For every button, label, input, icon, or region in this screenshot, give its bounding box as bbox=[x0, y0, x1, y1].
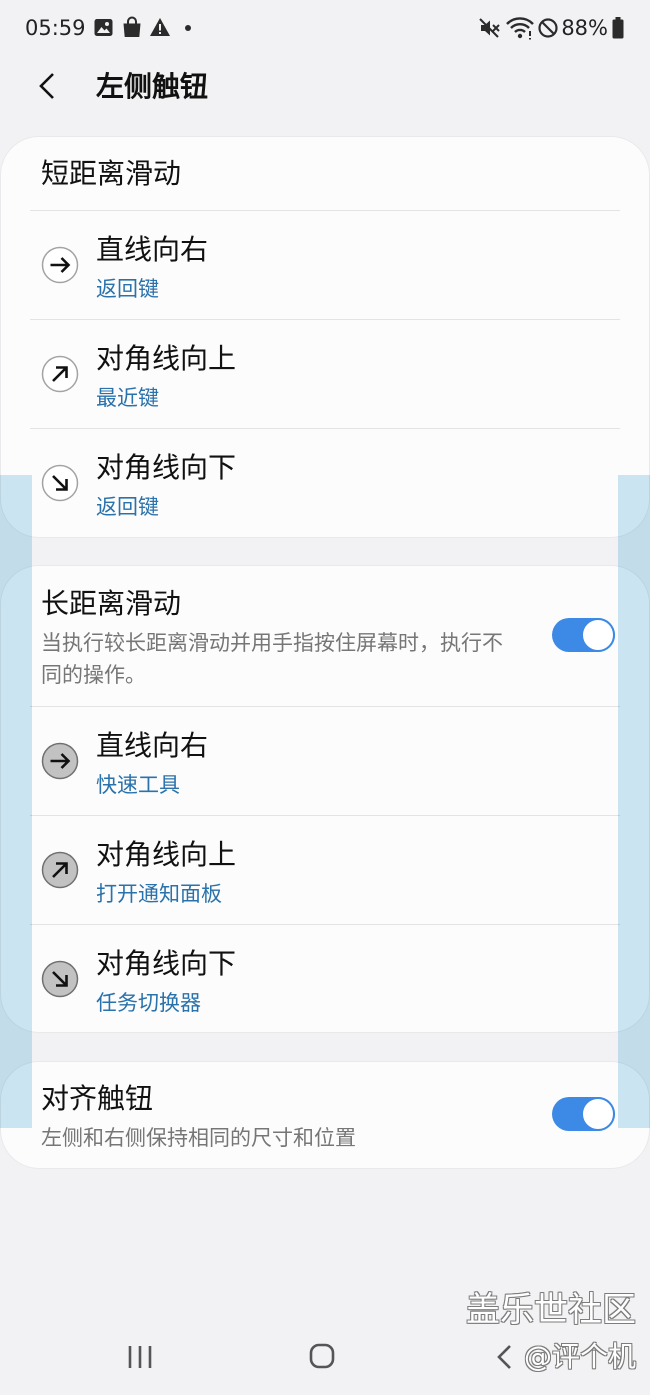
notification-dot-icon bbox=[185, 25, 191, 31]
list-item-value: 打开通知面板 bbox=[96, 882, 222, 906]
wifi-icon bbox=[506, 17, 534, 40]
long-swipe-diagonal-up-item[interactable]: 对角线向上 打开通知面板 bbox=[1, 815, 649, 924]
list-item-title: 对角线向上 bbox=[96, 342, 237, 375]
toggle-thumb bbox=[581, 618, 615, 652]
arrow-right-icon bbox=[41, 742, 79, 780]
handle-preview-left bbox=[0, 475, 32, 1128]
back-icon[interactable] bbox=[493, 1343, 515, 1371]
list-item-title: 对角线向下 bbox=[96, 451, 237, 484]
gallery-icon bbox=[94, 19, 113, 36]
align-buttons-card[interactable]: 对齐触钮 左侧和右侧保持相同的尺寸和位置 bbox=[1, 1062, 649, 1168]
long-swipe-card: 长距离滑动 当执行较长距离滑动并用手指按住屏幕时，执行不同的操作。 直线向右 快… bbox=[1, 566, 649, 1032]
do-not-disturb-icon bbox=[538, 18, 558, 38]
list-item-value: 返回键 bbox=[96, 277, 159, 301]
chevron-left-icon[interactable] bbox=[34, 70, 62, 102]
list-item-value: 返回键 bbox=[96, 495, 159, 519]
long-swipe-toggle[interactable] bbox=[552, 618, 615, 652]
status-bar: 05:59 88% bbox=[0, 0, 650, 56]
arrow-up-right-icon bbox=[41, 355, 79, 393]
list-item-title: 对角线向上 bbox=[96, 838, 237, 871]
app-header: 左侧触钮 bbox=[0, 56, 650, 120]
watermark-line-1: 盖乐世社区 bbox=[466, 1290, 636, 1330]
arrow-up-right-icon bbox=[41, 851, 79, 889]
short-swipe-diagonal-down-item[interactable]: 对角线向下 返回键 bbox=[1, 428, 649, 537]
arrow-down-right-icon bbox=[41, 464, 79, 502]
long-swipe-description: 当执行较长距离滑动并用手指按住屏幕时，执行不同的操作。 bbox=[41, 631, 503, 687]
long-swipe-diagonal-down-item[interactable]: 对角线向下 任务切换器 bbox=[1, 924, 649, 1032]
list-item-value: 最近键 bbox=[96, 386, 159, 410]
list-item-title: 直线向右 bbox=[96, 233, 209, 266]
short-swipe-card: 短距离滑动 直线向右 返回键 对角线向上 最近键 对角线向下 返回键 bbox=[1, 137, 649, 537]
list-item-value: 快速工具 bbox=[96, 773, 180, 797]
arrow-down-right-icon bbox=[41, 960, 79, 998]
list-item-value: 任务切换器 bbox=[96, 991, 201, 1015]
battery-percent: 88% bbox=[561, 16, 608, 40]
short-swipe-diagonal-up-item[interactable]: 对角线向上 最近键 bbox=[1, 319, 649, 428]
list-item-title: 对角线向下 bbox=[96, 947, 237, 980]
watermark-line-2: @评个机 bbox=[523, 1340, 636, 1373]
battery-icon bbox=[612, 17, 624, 39]
align-buttons-toggle[interactable] bbox=[552, 1097, 615, 1131]
arrow-right-icon bbox=[41, 246, 79, 284]
long-swipe-straight-right-item[interactable]: 直线向右 快速工具 bbox=[1, 706, 649, 815]
list-item-title: 直线向右 bbox=[96, 729, 209, 762]
home-icon[interactable] bbox=[308, 1342, 336, 1370]
shopping-bag-icon bbox=[123, 16, 141, 37]
short-swipe-title: 短距离滑动 bbox=[41, 157, 182, 190]
recent-apps-icon[interactable] bbox=[126, 1343, 154, 1371]
long-swipe-title: 长距离滑动 bbox=[41, 587, 182, 620]
warning-icon bbox=[150, 18, 170, 36]
short-swipe-straight-right-item[interactable]: 直线向右 返回键 bbox=[1, 210, 649, 319]
screen: 05:59 88% 左侧触钮 短距离滑动 直线向右 返回键 对角线向上 最近键 … bbox=[0, 0, 650, 1395]
align-buttons-description: 左侧和右侧保持相同的尺寸和位置 bbox=[41, 1126, 356, 1150]
align-buttons-title: 对齐触钮 bbox=[41, 1082, 154, 1115]
toggle-thumb bbox=[581, 1097, 615, 1131]
status-time: 05:59 bbox=[25, 16, 86, 40]
handle-preview-right bbox=[618, 475, 650, 1128]
page-title: 左侧触钮 bbox=[96, 70, 209, 103]
mute-icon bbox=[479, 18, 500, 38]
